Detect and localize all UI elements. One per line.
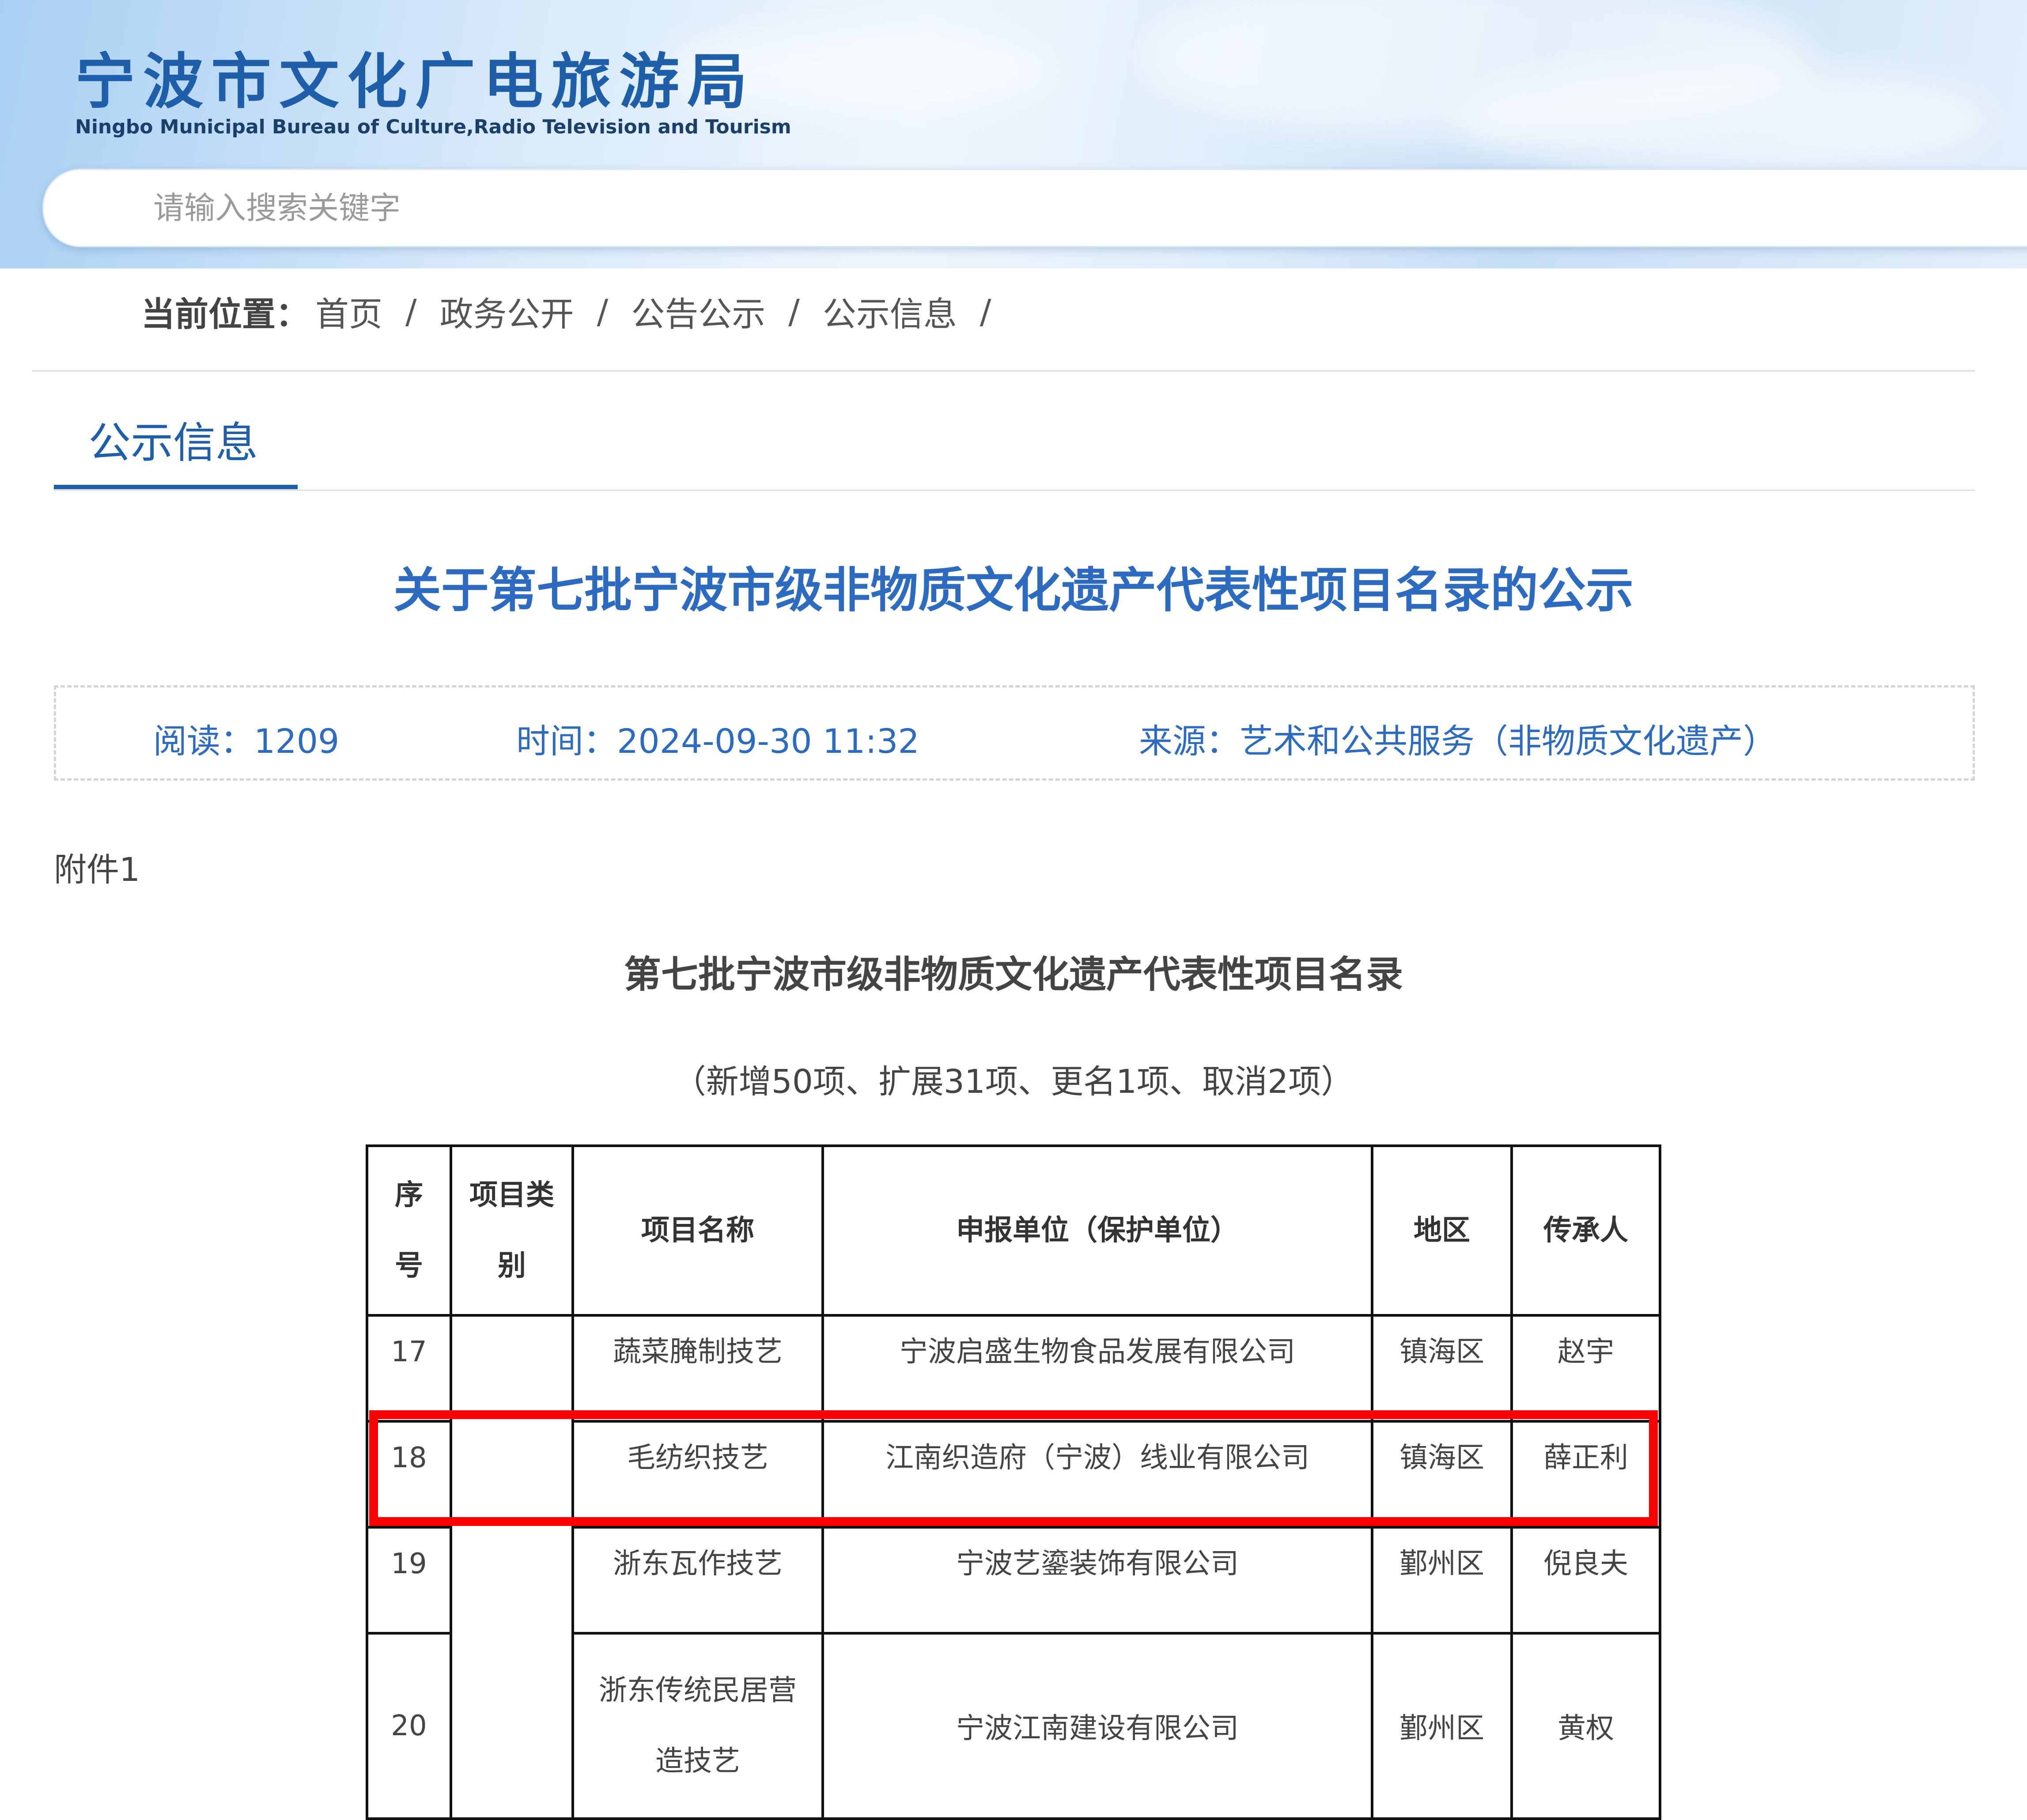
list-subtitle: （新增50项、扩展31项、更名1项、取消2项） xyxy=(673,1063,1354,1101)
read-count: 阅读：1209 xyxy=(153,721,340,761)
cell-inheritor: 倪良夫 xyxy=(1510,1526,1661,1635)
article-meta-box: 阅读：1209 时间：2024-09-30 11:32 来源：艺术和公共服务（非… xyxy=(54,685,1975,781)
site-subtitle: Ningbo Municipal Bureau of Culture,Radio… xyxy=(75,116,791,138)
attachment-label: 附件1 xyxy=(54,851,140,889)
breadcrumb-label: 当前位置： xyxy=(141,295,309,334)
header-category-line1: 项目类 xyxy=(469,1179,554,1212)
search-input[interactable] xyxy=(152,188,1479,228)
cell-project-name: 毛纺织技艺 xyxy=(571,1420,824,1529)
cell-project-name: 浙东瓦作技艺 xyxy=(571,1526,824,1635)
cell-unit: 宁波江南建设有限公司 xyxy=(821,1632,1373,1820)
article-title: 关于第七批宁波市级非物质文化遗产代表性项目名录的公示 xyxy=(393,563,1634,618)
publish-time: 时间：2024-09-30 11:32 xyxy=(516,721,919,761)
table-row: 17 蔬菜腌制技艺 宁波启盛生物食品发展有限公司 镇海区 赵宇 xyxy=(366,1314,1661,1820)
header-category: 项目类 别 xyxy=(450,1144,574,1317)
search-box[interactable] xyxy=(42,169,2027,247)
breadcrumb-separator: / xyxy=(979,291,991,331)
cell-region: 镇海区 xyxy=(1371,1420,1513,1529)
list-title: 第七批宁波市级非物质文化遗产代表性项目名录 xyxy=(624,953,1403,996)
tab-public-notice[interactable]: 公示信息 xyxy=(88,408,258,470)
breadcrumb-gov-affairs-link[interactable]: 政务公开 xyxy=(440,287,574,336)
breadcrumb-separator: / xyxy=(597,291,609,331)
header-inheritor: 传承人 xyxy=(1510,1144,1661,1317)
tab-divider xyxy=(54,490,1975,491)
cell-unit: 宁波启盛生物食品发展有限公司 xyxy=(821,1314,1373,1423)
site-title[interactable]: 宁波市文化广电旅游局 xyxy=(75,33,755,120)
cell-unit: 宁波艺鎏装饰有限公司 xyxy=(821,1526,1373,1635)
breadcrumb-announcements-link[interactable]: 公告公示 xyxy=(631,287,765,336)
cell-inheritor: 黄权 xyxy=(1510,1632,1661,1820)
cell-category xyxy=(450,1314,574,1820)
cell-project-name-line2: 造技艺 xyxy=(655,1745,740,1778)
header-project-name: 项目名称 xyxy=(571,1144,824,1317)
breadcrumb-separator: / xyxy=(788,291,800,331)
cell-inheritor: 薛正利 xyxy=(1510,1420,1661,1529)
cell-region: 鄞州区 xyxy=(1371,1632,1513,1820)
heritage-list-table: 序 号 项目类 别 项目名称 申报单位（保护单位） 地区 传承人 17 蔬菜腌制… xyxy=(366,1144,1661,1820)
cell-project-name: 浙东传统民居营 造技艺 xyxy=(571,1632,824,1820)
breadcrumb-home-link[interactable]: 首页 xyxy=(315,287,382,336)
cell-unit: 江南织造府（宁波）线业有限公司 xyxy=(821,1420,1373,1529)
breadcrumb-public-notice-link[interactable]: 公示信息 xyxy=(823,287,957,336)
table-header-row: 序 号 项目类 别 项目名称 申报单位（保护单位） 地区 传承人 xyxy=(366,1144,1661,1317)
header-seq-line1: 序 xyxy=(395,1179,423,1212)
breadcrumb-separator: / xyxy=(405,291,417,331)
cell-seq: 17 xyxy=(366,1314,452,1423)
cell-inheritor: 赵宇 xyxy=(1510,1314,1661,1423)
breadcrumb: 当前位置： 首页 / 政务公开 / 公告公示 / 公示信息 / xyxy=(141,287,1014,336)
cell-seq: 18 xyxy=(366,1420,452,1529)
cell-seq: 20 xyxy=(366,1632,452,1820)
cell-region: 镇海区 xyxy=(1371,1314,1513,1423)
header-seq: 序 号 xyxy=(366,1144,452,1317)
header-unit: 申报单位（保护单位） xyxy=(821,1144,1373,1317)
cell-project-name-line1: 浙东传统民居营 xyxy=(599,1674,797,1707)
site-header: 宁波市文化广电旅游局 Ningbo Municipal Bureau of Cu… xyxy=(0,0,2027,268)
header-seq-line2: 号 xyxy=(395,1250,423,1282)
article-source: 来源：艺术和公共服务（非物质文化遗产） xyxy=(1139,721,1777,761)
cell-seq: 19 xyxy=(366,1526,452,1635)
header-category-line2: 别 xyxy=(498,1250,526,1282)
breadcrumb-divider xyxy=(32,370,1975,372)
header-region: 地区 xyxy=(1371,1144,1513,1317)
cell-region: 鄞州区 xyxy=(1371,1526,1513,1635)
cell-project-name: 蔬菜腌制技艺 xyxy=(571,1314,824,1423)
tab-active-indicator xyxy=(54,485,298,489)
